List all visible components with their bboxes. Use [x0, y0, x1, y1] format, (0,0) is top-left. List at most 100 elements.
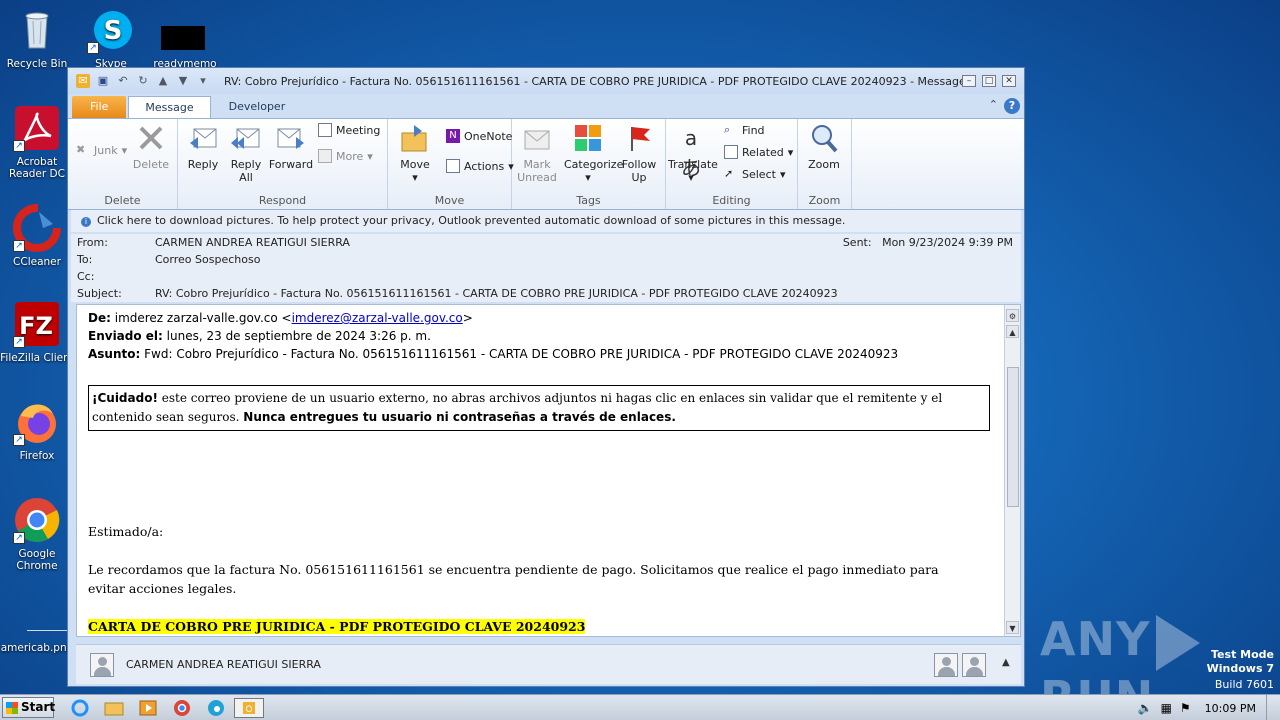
mark-unread-icon: [522, 123, 552, 153]
group-respond: Reply Reply All Forward Meeting More ▾ Re…: [178, 119, 388, 209]
translate-button[interactable]: aあ Translate ▾: [668, 123, 718, 184]
reply-all-button[interactable]: Reply All: [223, 123, 269, 184]
from-value[interactable]: CARMEN ANDREA REATIGUI SIERRA: [155, 236, 350, 249]
people-pane: CARMEN ANDREA REATIGUI SIERRA ▲: [76, 644, 1021, 684]
people-pane-avatar-small: [962, 653, 986, 677]
group-label-tags: Tags: [576, 194, 601, 207]
magnifier-icon: [809, 123, 839, 153]
enviado-label: Enviado el:: [88, 329, 163, 343]
more-button[interactable]: More ▾: [318, 149, 373, 163]
clock[interactable]: 10:09 PM: [1205, 702, 1256, 715]
desktop-icon-filezilla[interactable]: FZ ↗ FileZilla Client: [0, 300, 74, 364]
select-button[interactable]: ➚ Select ▾: [724, 167, 785, 181]
ccleaner-icon: ↗: [13, 204, 61, 252]
scroll-down-icon[interactable]: ▼: [1006, 621, 1019, 634]
body-scrollbar[interactable]: ⚙ ▲ ▼: [1004, 305, 1020, 636]
move-button[interactable]: Move ▾: [392, 123, 438, 184]
scroll-up-icon[interactable]: ▲: [1006, 325, 1019, 338]
taskbar-ie-icon[interactable]: [68, 698, 92, 718]
group-label-editing: Editing: [712, 194, 751, 207]
people-pane-expand-icon[interactable]: ▲: [1002, 657, 1010, 668]
scroll-misc-icon[interactable]: ⚙: [1006, 309, 1019, 322]
maximize-button[interactable]: □: [982, 75, 996, 87]
customize-qat-icon[interactable]: ▾: [196, 74, 210, 88]
actions-button[interactable]: Actions ▾: [446, 159, 514, 173]
desktop-icon-skype[interactable]: S ↗ Skype: [74, 6, 148, 70]
meeting-button[interactable]: Meeting: [318, 123, 380, 137]
calendar-icon: [318, 123, 332, 137]
junk-button[interactable]: ✖ Junk ▾: [76, 143, 127, 157]
from-label: From:: [77, 236, 108, 249]
scroll-thumb[interactable]: [1007, 367, 1019, 507]
redo-icon[interactable]: ↻: [136, 74, 150, 88]
forward-button[interactable]: Forward: [268, 123, 314, 171]
de-label: De:: [88, 311, 111, 325]
system-tray: 🔈 ▦ ⚑ 10:09 PM: [1134, 695, 1280, 720]
help-icon[interactable]: ?: [1004, 98, 1020, 114]
asunto-value: Fwd: Cobro Prejurídico - Factura No. 056…: [144, 347, 899, 361]
reply-button[interactable]: Reply: [180, 123, 226, 171]
svg-text:S: S: [104, 16, 123, 46]
tab-file[interactable]: File: [72, 96, 127, 118]
taskbar-edge-icon[interactable]: [204, 698, 228, 718]
play-icon: [1156, 614, 1201, 671]
group-move: Move ▾ N OneNote Actions ▾ Move: [388, 119, 514, 209]
flag-icon: [624, 123, 654, 153]
desktop-icon-firefox[interactable]: ↗ Firefox: [0, 398, 74, 462]
asunto-label: Asunto:: [88, 347, 141, 361]
onenote-button[interactable]: N OneNote: [446, 129, 512, 143]
zoom-button[interactable]: Zoom: [801, 123, 847, 171]
tab-developer[interactable]: Developer: [213, 96, 302, 118]
ribbon: ✖ Junk ▾ Delete Delete Reply Reply All For…: [68, 118, 1024, 210]
sent-label: Sent:: [842, 236, 872, 249]
mark-unread-button[interactable]: Mark Unread: [514, 123, 560, 184]
desktop-icon-ccleaner[interactable]: ↗ CCleaner: [0, 204, 74, 268]
group-editing: aあ Translate ▾ ⌕ Find Related ▾ ➚ Select ▾ Ed…: [666, 119, 798, 209]
previous-item-icon[interactable]: ▲: [156, 74, 170, 88]
onenote-icon: N: [446, 129, 460, 143]
chrome-icon: ↗: [13, 496, 61, 544]
desktop-icon-americab[interactable]: americab.png: [0, 610, 74, 654]
follow-up-button[interactable]: Follow Up: [616, 123, 662, 184]
start-button[interactable]: Start: [2, 697, 55, 718]
desktop-icon-readymemo[interactable]: readymemo: [148, 6, 222, 70]
move-folder-icon: [400, 123, 430, 153]
minimize-ribbon-icon[interactable]: ⌃: [989, 98, 998, 111]
undo-icon[interactable]: ↶: [116, 74, 130, 88]
show-desktop-button[interactable]: [1266, 695, 1280, 720]
to-value[interactable]: Correo Sospechoso: [155, 253, 260, 266]
next-item-icon[interactable]: ▼: [176, 74, 190, 88]
taskbar-media-player-icon[interactable]: [136, 698, 160, 718]
minimize-button[interactable]: –: [962, 75, 976, 87]
related-button[interactable]: Related ▾: [724, 145, 793, 159]
taskbar-chrome-icon[interactable]: [170, 698, 194, 718]
categorize-button[interactable]: Categorize ▾: [564, 123, 623, 184]
network-icon[interactable]: ▦: [1161, 701, 1172, 715]
desktop-icon-recycle-bin[interactable]: Recycle Bin: [0, 6, 74, 70]
delete-button[interactable]: Delete: [128, 123, 174, 171]
people-pane-name[interactable]: CARMEN ANDREA REATIGUI SIERRA: [126, 658, 321, 671]
find-button[interactable]: ⌕ Find: [724, 123, 765, 137]
firefox-icon: ↗: [13, 398, 61, 446]
quick-access-toolbar: ✉ ▣ ↶ ↻ ▲ ▼ ▾: [76, 74, 210, 88]
desktop-icon-chrome[interactable]: ↗ Google Chrome: [0, 496, 74, 572]
desktop-icon-acrobat[interactable]: ↗ Acrobat Reader DC: [0, 104, 74, 180]
taskbar-explorer-icon[interactable]: [102, 698, 126, 718]
infobar-text: Click here to download pictures. To help…: [97, 214, 846, 227]
speaker-icon[interactable]: 🔈: [1138, 701, 1153, 715]
action-center-flag-icon[interactable]: ⚑: [1180, 701, 1191, 715]
body-paragraph: Le recordamos que la factura No. 0561516…: [88, 562, 939, 596]
translate-icon: aあ: [681, 126, 701, 180]
download-pictures-infobar[interactable]: i Click here to download pictures. To hel…: [71, 210, 1021, 232]
title-bar: ✉ ▣ ↶ ↻ ▲ ▼ ▾ RV: Cobro Prejurídico - Fa…: [68, 68, 1024, 94]
reply-icon: [188, 123, 218, 153]
de-email-link[interactable]: imderez@zarzal-valle.gov.co: [292, 311, 463, 325]
message-body[interactable]: De: imderez zarzal-valle.gov.co <imderez…: [76, 304, 1021, 637]
avatar: [90, 653, 114, 677]
tab-message[interactable]: Message: [128, 96, 211, 118]
save-icon[interactable]: ▣: [96, 74, 110, 88]
taskbar-outlook-icon[interactable]: O: [234, 698, 264, 718]
group-label-zoom: Zoom: [808, 194, 841, 207]
close-button[interactable]: ✕: [1002, 75, 1016, 87]
group-label-respond: Respond: [258, 194, 307, 207]
